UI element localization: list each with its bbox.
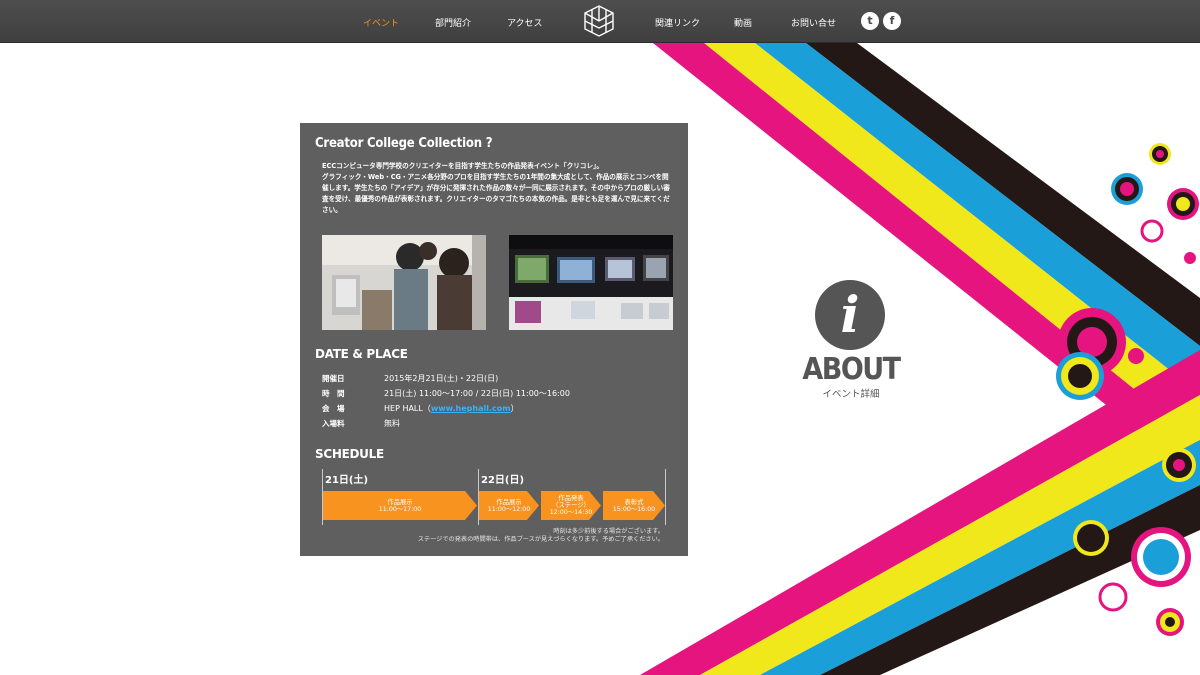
schedule-day-1: 21日(土) [325, 475, 369, 486]
info-value: 2015年2月21日(土)・22日(日) [384, 374, 499, 383]
event-photo-booths [509, 235, 673, 330]
info-label: 会 場 [322, 404, 345, 413]
schedule-note: ステージでの発表の時間帯は、作品ブースが見えづらくなります。予めご了承ください。 [417, 536, 664, 543]
schedule-item-time: 11:00〜12:00 [487, 505, 531, 513]
schedule-item-subtitle: （ステージ） [552, 502, 590, 509]
info-value: 無料 [384, 419, 400, 428]
schedule-item-title: 作品発表 [558, 495, 584, 502]
venue-website-link[interactable]: www.hephall.com [431, 404, 511, 413]
nav-link-contact[interactable]: お問い合せ [791, 16, 836, 29]
schedule-divider [478, 469, 479, 525]
site-logo[interactable] [582, 4, 616, 38]
facebook-icon[interactable]: f [883, 12, 901, 30]
venue-suffix: ） [510, 404, 519, 413]
nav-link-movie[interactable]: 動画 [734, 16, 752, 29]
info-label: 時 間 [322, 389, 345, 398]
about-title: ABOUT [802, 352, 901, 387]
info-value: 21日(土) 11:00〜17:00 / 22日(日) 11:00〜16:00 [384, 389, 570, 398]
schedule-item-title: 作品展示 [496, 498, 522, 506]
info-label: 開催日 [322, 374, 345, 383]
about-badge[interactable]: i ABOUT イベント詳細 [800, 280, 902, 404]
nav-link-event[interactable]: イベント [363, 16, 399, 29]
schedule-item-time: 15:00〜16:00 [612, 505, 656, 513]
intro-paragraph: ECCコンピュータ専門学校のクリエイターを目指す学生たちの作品発表イベント「クリ… [322, 162, 603, 170]
about-subtitle: イベント詳細 [822, 389, 880, 400]
event-intro-text: ECCコンピュータ専門学校のクリエイターを目指す学生たちの作品発表イベント「クリ… [322, 161, 672, 216]
info-value: HEP HALL（www.hephall.com） [384, 403, 519, 414]
event-info-panel: Creator College Collection ? ECCコンピュータ専門… [300, 123, 688, 556]
schedule-item-title: 作品展示 [387, 498, 413, 506]
schedule-day-2: 22日(日) [481, 475, 525, 486]
schedule-item-presentation: 作品発表 （ステージ） 12:00〜14:30 [541, 491, 601, 520]
nav-link-departments[interactable]: 部門紹介 [435, 16, 471, 29]
panel-title: Creator College Collection ? [315, 136, 493, 151]
schedule-item-time: 11:00〜17:00 [378, 505, 422, 513]
schedule-item-exhibition-day2: 作品展示 11:00〜12:00 [479, 491, 539, 520]
schedule-item-time: 12:00〜14:30 [549, 509, 593, 516]
schedule-divider [665, 469, 666, 525]
circle-decor [1128, 348, 1144, 364]
nav-link-access[interactable]: アクセス [507, 16, 543, 29]
info-label: 入場料 [322, 419, 345, 428]
twitter-icon[interactable]: t [861, 12, 879, 30]
schedule-item-exhibition-day1: 作品展示 11:00〜17:00 [323, 491, 477, 520]
circle-decor [1098, 582, 1128, 612]
schedule-item-title: 表彰式 [624, 498, 644, 506]
circle-decor [1140, 219, 1164, 243]
top-navigation-bar: イベント 部門紹介 アクセス 関連リンク 動画 お問い合せ t f [0, 0, 1200, 43]
intro-paragraph: グラフィック・Web・CG・アニメ各分野のプロを目指す学生たちの1年間の集大成と… [322, 173, 670, 214]
venue-name: HEP HALL（ [384, 404, 431, 413]
circle-decor [1184, 252, 1196, 264]
schedule-heading: SCHEDULE [315, 447, 384, 461]
schedule-item-award: 表彰式 15:00〜16:00 [603, 491, 665, 520]
info-icon: i [815, 280, 885, 350]
schedule-divider [322, 469, 323, 525]
date-place-heading: DATE & PLACE [315, 347, 408, 361]
nav-link-related[interactable]: 関連リンク [655, 16, 700, 29]
event-photo-visitors [322, 235, 486, 330]
